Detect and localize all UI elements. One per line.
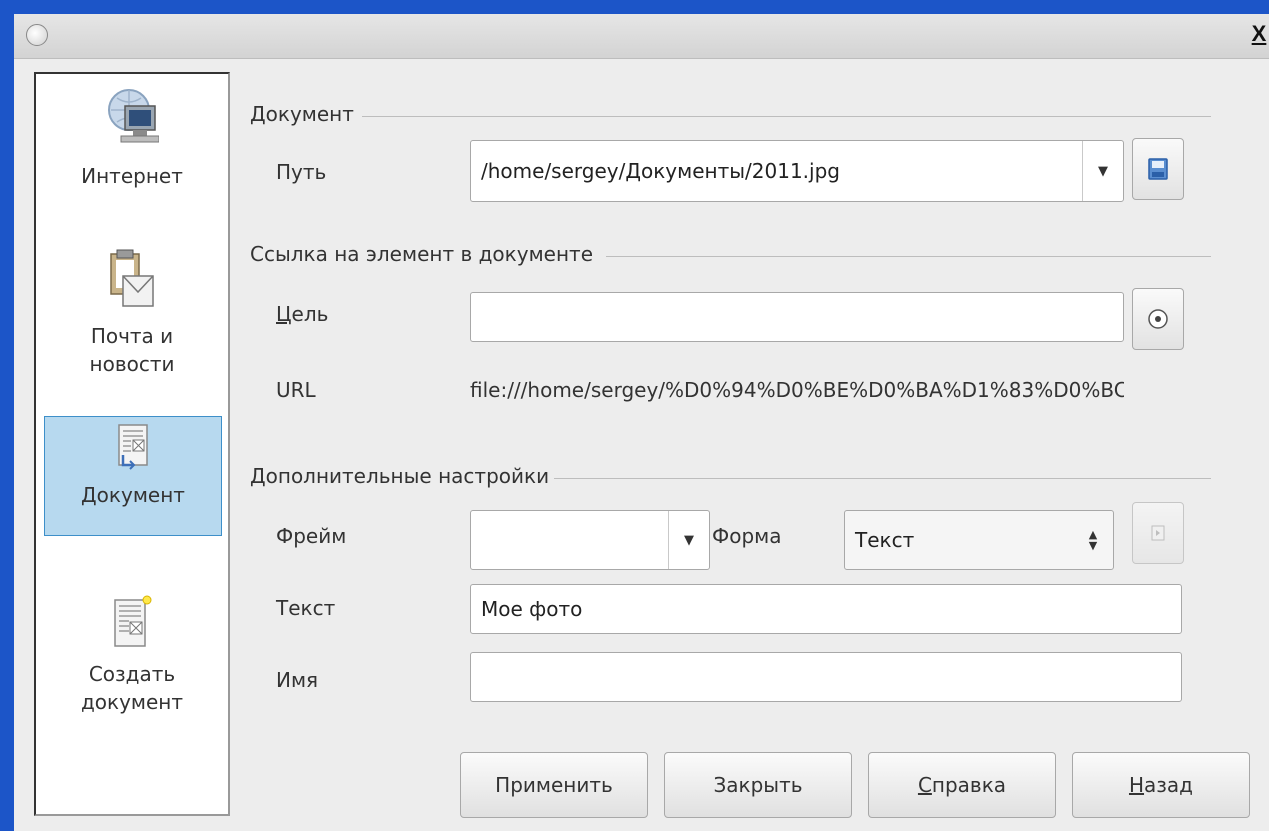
sidebar-item-label: Документ [81,483,185,507]
hyperlink-type-sidebar: Интернет Почта и новости Документ Создат… [34,72,230,816]
path-label: Путь [276,160,327,184]
target-browse-button[interactable] [1132,288,1184,350]
sidebar-item-label: Создать [88,662,176,686]
sidebar-item-label: Почта и [90,324,174,348]
form-value: Текст [855,528,915,552]
chevron-down-icon[interactable]: ▼ [668,511,709,569]
document-icon [118,424,148,470]
target-label: Цель [276,302,329,326]
name-label: Имя [276,668,319,692]
target-icon [1148,309,1168,329]
mail-news-icon [110,249,154,307]
events-button[interactable] [1132,502,1184,564]
spin-arrows-icon: ▲ ▼ [1088,528,1098,552]
target-input[interactable] [470,292,1124,342]
section-divider [554,478,1211,479]
chevron-down-icon[interactable]: ▼ [1082,141,1123,201]
title-bar: X [14,14,1269,59]
sidebar-item-mail-news[interactable]: Почта и новости [36,246,228,378]
window-menu-icon[interactable] [26,24,48,46]
form-select[interactable]: Текст ▲ ▼ [844,510,1114,570]
sidebar-item-label: Интернет [81,164,183,188]
play-icon [1151,525,1165,541]
new-document-icon [114,595,152,647]
section-title-target: Ссылка на элемент в документе [250,242,594,266]
close-button[interactable]: X [1249,20,1269,48]
url-label: URL [276,378,316,402]
sidebar-item-new-document[interactable]: Создать документ [36,594,228,716]
section-divider [606,256,1211,257]
sidebar-item-internet[interactable]: Интернет [36,88,228,190]
back-button[interactable]: Назад [1072,752,1250,818]
text-value: Мое фото [481,597,583,621]
path-value: /home/sergey/Документы/2011.jpg [481,159,840,183]
open-file-button[interactable] [1132,138,1184,200]
frame-combobox[interactable]: ▼ [470,510,710,570]
frame-label: Фрейм [276,524,347,548]
section-divider [362,116,1211,117]
sidebar-item-label: новости [89,352,175,376]
url-value: file:///home/sergey/%D0%94%D0%BE%D0%BA%D… [470,378,1124,402]
close-dialog-button[interactable]: Закрыть [664,752,852,818]
hyperlink-dialog: X Интернет Почта и новости Документ Созд… [14,14,1269,831]
form-label: Форма [712,524,782,548]
sidebar-item-label: документ [80,690,184,714]
text-input[interactable]: Мое фото [470,584,1182,634]
apply-button[interactable]: Применить [460,752,648,818]
sidebar-item-document[interactable]: Документ [44,416,222,536]
help-button[interactable]: Справка [868,752,1056,818]
save-icon [1148,158,1168,180]
name-input[interactable] [470,652,1182,702]
text-label: Текст [276,596,336,620]
internet-globe-icon [108,89,159,143]
section-title-document: Документ [250,102,354,126]
path-combobox[interactable]: /home/sergey/Документы/2011.jpg ▼ [470,140,1124,202]
section-title-extra: Дополнительные настройки [250,464,550,488]
